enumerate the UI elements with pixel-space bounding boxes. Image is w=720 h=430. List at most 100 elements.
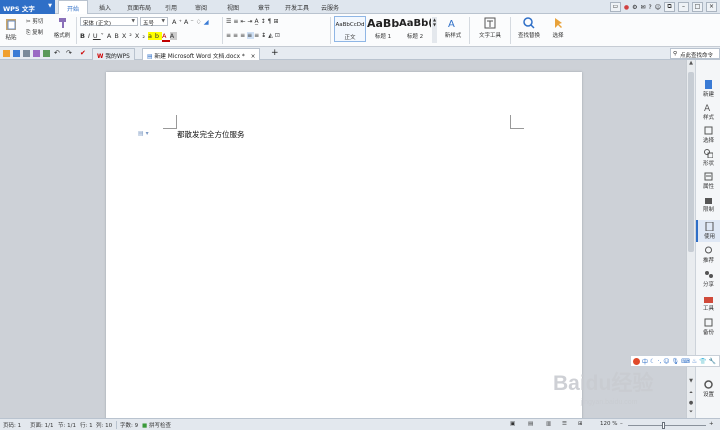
tab-developer[interactable]: 开发工具 — [282, 0, 312, 14]
save-icon[interactable] — [13, 50, 20, 57]
tab-my-wps[interactable]: W 我的WPS — [92, 48, 135, 60]
view-web-icon[interactable]: ▥ — [546, 421, 551, 427]
undo-icon[interactable]: ↶ — [54, 50, 61, 57]
restore-icon[interactable]: ⧉ — [664, 2, 675, 12]
change-case-icon[interactable]: ♢ — [196, 18, 204, 26]
underline-icon[interactable]: U — [93, 32, 101, 40]
zoom-in-icon[interactable]: + — [709, 421, 714, 427]
export-icon[interactable] — [43, 50, 50, 57]
sort-icon[interactable]: ↕ — [261, 18, 268, 25]
superscript-icon[interactable]: X² — [122, 32, 135, 40]
taskpane-styles[interactable]: A 样式 — [696, 101, 720, 123]
ime-skin-icon[interactable]: ♨ — [692, 358, 697, 365]
shrink-font-icon[interactable]: A⁻ — [184, 18, 196, 26]
new-style-button[interactable]: A 新样式 — [440, 17, 466, 39]
zoom-out-icon[interactable]: – — [620, 421, 623, 427]
notification-icon[interactable]: ● — [624, 4, 629, 11]
maximize-button[interactable]: □ — [692, 2, 703, 12]
document-body-text[interactable]: 都散发完全方位服务 — [177, 129, 245, 140]
tab-view[interactable]: 视图 — [222, 0, 244, 14]
format-painter-button[interactable]: 格式刷 — [52, 17, 72, 39]
pin-icon[interactable]: ✔ — [80, 50, 87, 57]
cut-button[interactable]: ✂ 剪切 — [26, 17, 43, 25]
taskpane-recommend[interactable]: 推荐 — [696, 244, 720, 266]
status-page-number[interactable]: 页码: 1 — [3, 421, 21, 429]
align-center-icon[interactable]: ≡ — [233, 32, 240, 39]
align-left-icon[interactable]: ≡ — [226, 32, 233, 39]
font-name-select[interactable]: 宋体 (正文) ▼ — [80, 17, 138, 27]
next-page-icon[interactable]: ⏷ — [687, 409, 695, 418]
view-reading-icon[interactable]: ▣ — [510, 421, 515, 427]
scroll-down-icon[interactable]: ▼ — [687, 378, 695, 387]
print-icon[interactable] — [23, 50, 30, 57]
command-search-input[interactable]: ⚲ 点此查找命令 — [670, 48, 720, 59]
tab-page-layout[interactable]: 页面布局 — [122, 0, 156, 14]
taskpane-share[interactable]: 分享 — [696, 268, 720, 290]
font-size-select[interactable]: 五号 ▼ — [140, 17, 168, 27]
style-heading-2[interactable]: AaBb( 标题 2 — [399, 16, 431, 42]
taskpane-shapes[interactable]: 形状 — [696, 147, 720, 169]
tab-cloud[interactable]: 云服务 — [316, 0, 344, 14]
tab-insert[interactable]: 插入 — [92, 0, 118, 14]
prev-page-icon[interactable]: ⏶ — [687, 390, 695, 399]
view-outline-icon[interactable]: ☰ — [562, 421, 567, 427]
tab-home[interactable]: 开始 — [58, 0, 88, 15]
font-color-icon[interactable]: A — [162, 32, 170, 42]
shading-icon[interactable]: ◭ — [268, 32, 275, 39]
redo-icon[interactable]: ↷ — [66, 50, 73, 57]
taskpane-backup[interactable]: 备份 — [696, 316, 720, 338]
bold-icon[interactable]: B — [80, 32, 88, 40]
help-icon[interactable]: ? — [649, 4, 652, 11]
mail-icon[interactable]: ✉ — [641, 4, 646, 11]
taskpane-usage[interactable]: 使用 — [696, 220, 720, 242]
new-tab-button[interactable]: + — [271, 48, 279, 58]
scroll-up-icon[interactable]: ▲ — [687, 60, 695, 69]
user-icon[interactable]: ☺ — [655, 4, 661, 11]
select-button[interactable]: 选择 — [547, 17, 569, 39]
minimize-button[interactable]: – — [678, 2, 689, 12]
status-spellcheck[interactable]: ■ 拼写检查 — [142, 421, 171, 429]
grow-font-icon[interactable]: A⁺ — [172, 18, 184, 26]
status-word-count[interactable]: 字数: 9 — [120, 421, 138, 429]
subscript-icon[interactable]: X₂ — [135, 32, 148, 40]
text-tools-button[interactable]: 文字工具 — [473, 17, 507, 39]
char-shading-icon[interactable]: A — [169, 32, 178, 40]
style-normal[interactable]: AaBbCcDd 正文 — [334, 16, 366, 42]
taskpane-new[interactable]: 新建 — [696, 78, 720, 100]
ime-mic-icon[interactable]: 🎙 — [672, 358, 680, 365]
ime-keyboard-icon[interactable]: ⌨ — [681, 358, 690, 365]
ime-moon-icon[interactable]: ☾ — [650, 358, 655, 365]
taskpane-settings[interactable]: 设置 — [696, 378, 720, 400]
tab-sections[interactable]: 章节 — [253, 0, 275, 14]
zoom-slider[interactable] — [628, 425, 706, 426]
copy-button[interactable]: ⎘ 复制 — [26, 28, 43, 37]
tab-document[interactable]: ▤ 新建 Microsoft Word 文档.docx * × — [142, 48, 261, 60]
scrollbar-thumb[interactable] — [688, 72, 694, 252]
status-column[interactable]: 列: 10 — [96, 421, 112, 429]
ime-wrench-icon[interactable]: 🔧 — [709, 358, 716, 365]
highlight-icon[interactable]: ab — [147, 32, 163, 40]
clear-format-icon[interactable]: ◢ — [204, 18, 211, 26]
app-menu-button[interactable]: WPS 文字 ▼ — [0, 0, 55, 14]
status-line[interactable]: 行: 1 — [80, 421, 93, 429]
ime-shirt-icon[interactable]: 👕 — [699, 358, 706, 365]
taskpane-select[interactable]: 选择 — [696, 124, 720, 146]
skin-icon[interactable]: ▭ — [609, 2, 621, 12]
zoom-level[interactable]: 120 % — [600, 421, 617, 427]
taskpane-properties[interactable]: 属性 — [696, 170, 720, 192]
zoom-slider-thumb[interactable] — [662, 422, 665, 429]
styles-scroll[interactable]: ▲ ▼ — [432, 17, 437, 43]
paste-button[interactable]: 粘贴 — [4, 17, 18, 41]
preview-icon[interactable] — [33, 50, 40, 57]
border-icon[interactable]: ⊡ — [275, 32, 282, 39]
view-print-layout-icon[interactable]: ▤ — [528, 421, 533, 427]
paragraph-marker-icon[interactable]: ▤ ▾ — [138, 130, 149, 137]
tab-review[interactable]: 审阅 — [190, 0, 212, 14]
close-button[interactable]: × — [706, 2, 717, 12]
ime-emoji-icon[interactable]: ☺ — [663, 358, 669, 365]
style-heading-1[interactable]: AaBb 标题 1 — [367, 16, 399, 42]
open-icon[interactable] — [3, 50, 10, 57]
select-browse-icon[interactable]: ● — [687, 400, 695, 409]
borders-icon[interactable]: ⊞ — [273, 18, 280, 25]
find-replace-button[interactable]: 查找替换 — [513, 17, 545, 39]
